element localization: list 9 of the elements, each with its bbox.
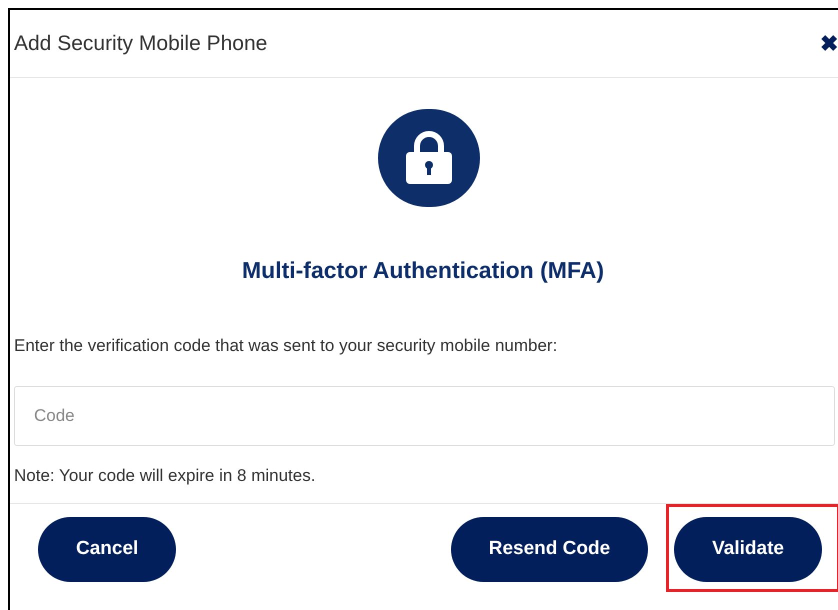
- validate-button[interactable]: Validate: [674, 516, 822, 582]
- dialog-title: Add Security Mobile Phone: [14, 30, 268, 57]
- resend-code-button[interactable]: Resend Code: [450, 516, 648, 582]
- instruction-text: Enter the verification code that was sent to your security mobile number:: [14, 334, 558, 356]
- code-field[interactable]: Code: [14, 386, 835, 446]
- close-button[interactable]: ✖: [820, 27, 838, 60]
- expiry-note: Note: Your code will expire in 8 minutes.: [14, 465, 316, 487]
- cancel-button[interactable]: Cancel: [38, 516, 176, 582]
- mfa-heading: Multi-factor Authentication (MFA): [241, 256, 605, 285]
